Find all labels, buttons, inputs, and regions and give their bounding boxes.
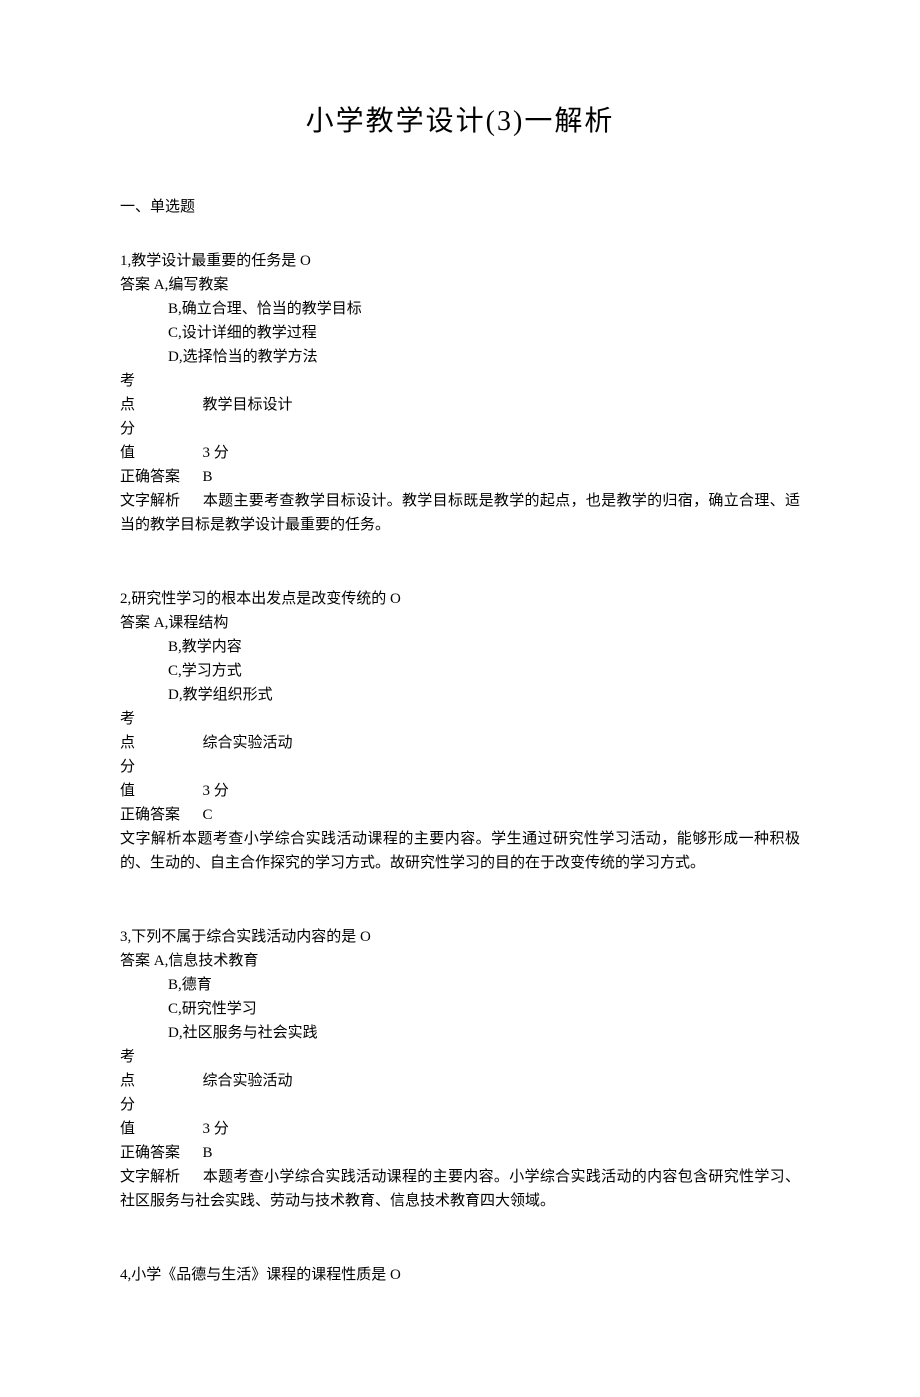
section-header: 一、单选题 xyxy=(120,195,800,219)
answer-prefix: 答案 A, xyxy=(120,277,168,293)
question-text: 下列不属于综合实践活动内容的是 O xyxy=(131,929,371,945)
correct-answer-value: B xyxy=(203,469,213,485)
score-row: 分值3 分 xyxy=(120,417,800,465)
correct-answer-label: 正确答案 xyxy=(120,465,203,489)
option-c: C,学习方式 xyxy=(120,659,800,683)
option-c: C,研究性学习 xyxy=(120,997,800,1021)
question-stem: 1,教学设计最重要的任务是 O xyxy=(120,249,800,273)
exam-point-row: 考点综合实验活动 xyxy=(120,707,800,755)
score-label: 分值 xyxy=(120,1093,203,1141)
question-4: 4,小学《品德与生活》课程的课程性质是 O xyxy=(120,1263,800,1287)
score-value: 3 分 xyxy=(203,1121,229,1137)
score-row: 分值3 分 xyxy=(120,755,800,803)
option-b: B,确立合理、恰当的教学目标 xyxy=(120,297,800,321)
answer-prefix: 答案 A, xyxy=(120,953,168,969)
score-label: 分值 xyxy=(120,755,203,803)
option-a: 课程结构 xyxy=(168,615,228,631)
question-number: 3, xyxy=(120,929,131,945)
score-label: 分值 xyxy=(120,417,203,465)
correct-answer-label: 正确答案 xyxy=(120,1141,203,1165)
question-number: 1, xyxy=(120,253,131,269)
correct-answer-value: B xyxy=(203,1145,213,1161)
explanation-text: 本题主要考查教学目标设计。教学目标既是教学的起点，也是教学的归宿，确立合理、适当… xyxy=(120,493,800,533)
question-stem: 2,研究性学习的根本出发点是改变传统的 O xyxy=(120,587,800,611)
explanation-label: 文字解析 xyxy=(120,489,203,513)
option-a: 编写教案 xyxy=(168,277,228,293)
exam-point-value: 综合实验活动 xyxy=(203,1073,293,1089)
correct-answer-row: 正确答案B xyxy=(120,465,800,489)
option-a-line: 答案 A,编写教案 xyxy=(120,273,800,297)
question-number: 2, xyxy=(120,591,131,607)
option-d: D,社区服务与社会实践 xyxy=(120,1021,800,1045)
option-d: D,选择恰当的教学方法 xyxy=(120,345,800,369)
explanation-label: 文字解析 xyxy=(120,831,182,847)
exam-point-label: 考点 xyxy=(120,1045,203,1093)
option-b: B,教学内容 xyxy=(120,635,800,659)
option-c: C,设计详细的教学过程 xyxy=(120,321,800,345)
correct-answer-label: 正确答案 xyxy=(120,803,203,827)
explanation-row: 文字解析本题考查小学综合实践活动课程的主要内容。小学综合实践活动的内容包含研究性… xyxy=(120,1165,800,1213)
question-number: 4, xyxy=(120,1267,131,1283)
explanation-row: 文字解析本题主要考查教学目标设计。教学目标既是教学的起点，也是教学的归宿，确立合… xyxy=(120,489,800,537)
question-text: 教学设计最重要的任务是 O xyxy=(131,253,311,269)
score-value: 3 分 xyxy=(203,445,229,461)
correct-answer-row: 正确答案B xyxy=(120,1141,800,1165)
document-title: 小学教学设计(3)一解析 xyxy=(120,100,800,145)
score-value: 3 分 xyxy=(203,783,229,799)
question-stem: 3,下列不属于综合实践活动内容的是 O xyxy=(120,925,800,949)
option-a: 信息技术教育 xyxy=(168,953,258,969)
exam-point-label: 考点 xyxy=(120,707,203,755)
score-row: 分值3 分 xyxy=(120,1093,800,1141)
exam-point-row: 考点综合实验活动 xyxy=(120,1045,800,1093)
exam-point-value: 教学目标设计 xyxy=(203,397,293,413)
explanation-row: 文字解析本题考查小学综合实践活动课程的主要内容。学生通过研究性学习活动，能够形成… xyxy=(120,827,800,875)
question-text: 研究性学习的根本出发点是改变传统的 O xyxy=(131,591,401,607)
correct-answer-row: 正确答案C xyxy=(120,803,800,827)
option-b: B,德育 xyxy=(120,973,800,997)
explanation-text: 本题考查小学综合实践活动课程的主要内容。小学综合实践活动的内容包含研究性学习、社… xyxy=(120,1169,800,1209)
option-d: D,教学组织形式 xyxy=(120,683,800,707)
answer-prefix: 答案 A, xyxy=(120,615,168,631)
exam-point-row: 考点教学目标设计 xyxy=(120,369,800,417)
explanation-label: 文字解析 xyxy=(120,1165,203,1189)
option-a-line: 答案 A,信息技术教育 xyxy=(120,949,800,973)
correct-answer-value: C xyxy=(203,807,213,823)
explanation-text: 本题考查小学综合实践活动课程的主要内容。学生通过研究性学习活动，能够形成一种积极… xyxy=(120,831,800,871)
question-1: 1,教学设计最重要的任务是 O 答案 A,编写教案 B,确立合理、恰当的教学目标… xyxy=(120,249,800,537)
question-text: 小学《品德与生活》课程的课程性质是 O xyxy=(131,1267,401,1283)
question-stem: 4,小学《品德与生活》课程的课程性质是 O xyxy=(120,1263,800,1287)
exam-point-value: 综合实验活动 xyxy=(203,735,293,751)
option-a-line: 答案 A,课程结构 xyxy=(120,611,800,635)
question-3: 3,下列不属于综合实践活动内容的是 O 答案 A,信息技术教育 B,德育 C,研… xyxy=(120,925,800,1213)
exam-point-label: 考点 xyxy=(120,369,203,417)
question-2: 2,研究性学习的根本出发点是改变传统的 O 答案 A,课程结构 B,教学内容 C… xyxy=(120,587,800,875)
